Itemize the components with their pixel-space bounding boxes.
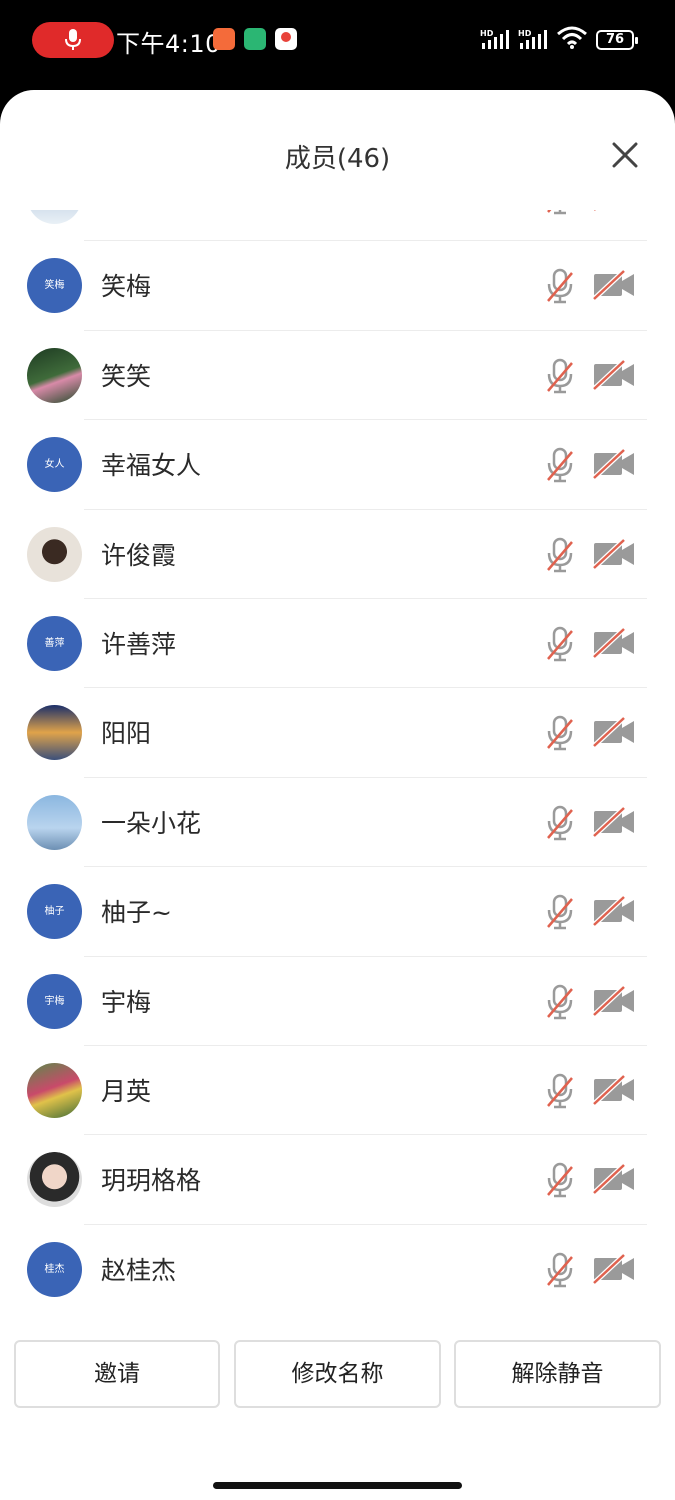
member-name: 笑梅 [101, 272, 152, 302]
avatar-photo [27, 347, 82, 403]
camera-off-icon [592, 537, 634, 570]
rename-button[interactable]: 修改名称 [234, 1340, 441, 1408]
avatar-photo [27, 1062, 82, 1118]
avatar-photo [27, 794, 82, 850]
member-row[interactable]: 桂杰 赵桂杰 [0, 1225, 675, 1313]
member-row[interactable]: 小欢喜 [0, 210, 675, 242]
member-row[interactable]: 月英 [0, 1046, 675, 1136]
member-row[interactable]: 阳阳 [0, 688, 675, 779]
member-name: 许俊霞 [101, 540, 177, 570]
member-row[interactable]: 许俊霞 [0, 510, 675, 600]
signal-hd-icon: HD [518, 29, 547, 49]
mic-off-icon [547, 269, 573, 304]
member-name: 阳阳 [101, 719, 152, 749]
member-row[interactable]: 笑梅 笑梅 [0, 241, 675, 332]
avatar-photo [27, 210, 82, 224]
avatar: 柚子 [27, 884, 82, 940]
members-sheet: 成员(46) 小欢喜笑梅笑梅笑笑女人幸福女人许俊霞善萍许善萍阳阳一朵小花柚子柚子… [0, 90, 675, 1500]
map-pin-icon [275, 28, 297, 50]
member-list[interactable]: 小欢喜笑梅笑梅笑笑女人幸福女人许俊霞善萍许善萍阳阳一朵小花柚子柚子~宇梅宇梅月英… [0, 210, 675, 1313]
mic-off-icon [547, 984, 573, 1019]
battery-icon: 76 [596, 30, 638, 50]
member-row[interactable]: 一朵小花 [0, 778, 675, 868]
member-name: 幸福女人 [101, 451, 202, 481]
mic-off-icon [547, 894, 573, 930]
camera-off-icon [592, 1163, 634, 1196]
member-name: 月英 [101, 1076, 152, 1106]
member-name: 笑笑 [101, 361, 152, 391]
member-row[interactable]: 玥玥格格 [0, 1135, 675, 1226]
member-name: 玥玥格格 [101, 1166, 202, 1196]
mic-off-icon [547, 716, 573, 751]
camera-off-icon [592, 1074, 634, 1106]
mic-off-icon [547, 210, 566, 215]
home-indicator [213, 1482, 462, 1489]
avatar: 女人 [27, 437, 82, 493]
status-time: 下午4:10 [116, 30, 221, 58]
member-name: 柚子~ [101, 898, 172, 928]
member-name: 宇梅 [101, 987, 152, 1017]
member-name: 赵桂杰 [101, 1255, 177, 1285]
mic-off-icon [547, 805, 573, 840]
camera-off-icon [592, 895, 634, 927]
member-row[interactable]: 柚子 柚子~ [0, 867, 675, 957]
mic-off-icon [547, 1163, 573, 1198]
recording-indicator[interactable] [32, 22, 114, 58]
camera-off-icon [592, 627, 634, 659]
mic-icon [65, 29, 81, 50]
member-name: 许善萍 [101, 629, 177, 659]
mic-off-icon [547, 537, 573, 572]
wifi-icon [557, 26, 587, 49]
mic-off-icon [547, 1252, 573, 1287]
camera-off-icon [592, 984, 634, 1017]
camera-off-icon [592, 716, 634, 749]
app-icon [213, 28, 235, 50]
member-name: 一朵小花 [101, 808, 202, 838]
camera-off-icon [592, 805, 634, 838]
member-row[interactable]: 善萍 许善萍 [0, 599, 675, 689]
mic-off-icon [547, 447, 573, 483]
svg-text:HD: HD [480, 29, 494, 38]
avatar: 善萍 [27, 615, 82, 671]
close-icon[interactable] [606, 136, 644, 174]
camera-off-icon [594, 210, 598, 212]
member-row[interactable]: 笑笑 [0, 331, 675, 421]
camera-off-icon [592, 448, 634, 480]
avatar-photo [27, 526, 82, 582]
camera-off-icon [592, 1252, 634, 1285]
avatar-photo [27, 705, 82, 761]
member-name: 小欢喜 [101, 210, 176, 214]
camera-off-icon [592, 358, 634, 391]
mic-off-icon [547, 1073, 573, 1109]
unmute-button[interactable]: 解除静音 [454, 1340, 661, 1408]
signal-hd-icon: HD [480, 29, 509, 49]
sheet-title: 成员(46) [284, 144, 391, 174]
status-bar: 下午4:10 HD HD 76 [0, 0, 675, 88]
camera-off-icon [592, 269, 634, 302]
member-row[interactable]: 宇梅 宇梅 [0, 957, 675, 1047]
member-row[interactable]: 女人 幸福女人 [0, 420, 675, 510]
avatar: 桂杰 [27, 1241, 82, 1297]
svg-text:HD: HD [518, 29, 532, 38]
avatar: 笑梅 [27, 258, 82, 314]
mic-off-icon [547, 358, 573, 394]
avatar: 宇梅 [27, 973, 82, 1029]
battery-level: 76 [605, 32, 625, 47]
mic-off-icon [547, 626, 573, 662]
invite-button[interactable]: 邀请 [14, 1340, 220, 1408]
avatar-photo [27, 1152, 82, 1208]
shield-icon [244, 28, 266, 50]
